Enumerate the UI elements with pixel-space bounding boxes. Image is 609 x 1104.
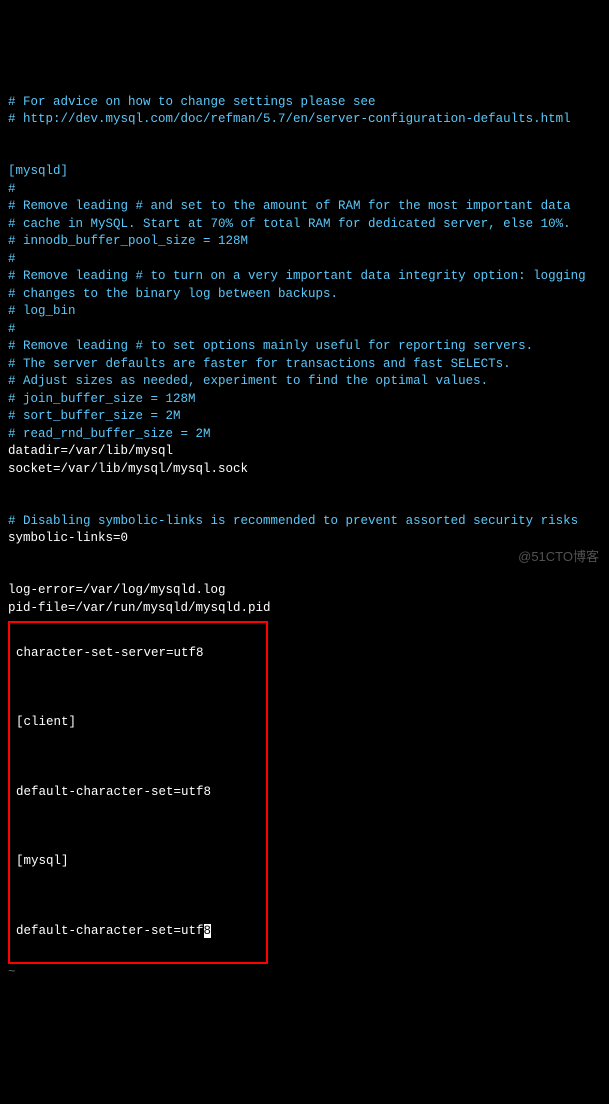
section-mysql: [mysql] <box>16 853 260 871</box>
comment-line: # Disabling symbolic-links is recommende… <box>8 514 578 528</box>
blank-line <box>16 680 260 697</box>
blank-line <box>8 548 601 565</box>
comment-line: # join_buffer_size = 128M <box>8 392 196 406</box>
comment-line: # <box>8 252 16 266</box>
config-line: symbolic-links=0 <box>8 531 128 545</box>
terminal-content: # For advice on how to change settings p… <box>8 76 601 981</box>
blank-line <box>16 888 260 905</box>
blank-line <box>8 478 601 495</box>
highlight-box: character-set-server=utf8 [client] defau… <box>8 621 268 964</box>
blank-line <box>16 819 260 836</box>
config-line: log-error=/var/log/mysqld.log <box>8 583 226 597</box>
comment-line: # Adjust sizes as needed, experiment to … <box>8 374 488 388</box>
config-line-cursor[interactable]: default-character-set=utf8 <box>16 923 260 941</box>
watermark: @51CTO博客 <box>518 548 599 566</box>
vim-tilde: ~ <box>8 965 16 979</box>
comment-line: # <box>8 322 16 336</box>
blank-line <box>16 749 260 766</box>
config-line: datadir=/var/lib/mysql <box>8 444 173 458</box>
config-line: socket=/var/lib/mysql/mysql.sock <box>8 462 248 476</box>
cursor: 8 <box>204 924 212 938</box>
section-client: [client] <box>16 714 260 732</box>
text-before-cursor: default-character-set=utf <box>16 924 204 938</box>
comment-line: # Remove leading # and set to the amount… <box>8 199 571 213</box>
comment-line: # Remove leading # to turn on a very imp… <box>8 269 586 283</box>
config-line: pid-file=/var/run/mysqld/mysqld.pid <box>8 601 271 615</box>
comment-line: # changes to the binary log between back… <box>8 287 338 301</box>
comment-line: # Remove leading # to set options mainly… <box>8 339 533 353</box>
comment-line: # innodb_buffer_pool_size = 128M <box>8 234 248 248</box>
config-line: character-set-server=utf8 <box>16 645 260 663</box>
comment-line: # log_bin <box>8 304 76 318</box>
config-line: default-character-set=utf8 <box>16 784 260 802</box>
section-mysqld: [mysqld] <box>8 164 68 178</box>
comment-line: # The server defaults are faster for tra… <box>8 357 511 371</box>
comment-line: # <box>8 182 16 196</box>
comment-line: # sort_buffer_size = 2M <box>8 409 181 423</box>
blank-line <box>8 129 601 146</box>
comment-line: # http://dev.mysql.com/doc/refman/5.7/en… <box>8 112 571 126</box>
comment-line: # cache in MySQL. Start at 70% of total … <box>8 217 571 231</box>
comment-line: # For advice on how to change settings p… <box>8 95 376 109</box>
comment-line: # read_rnd_buffer_size = 2M <box>8 427 211 441</box>
